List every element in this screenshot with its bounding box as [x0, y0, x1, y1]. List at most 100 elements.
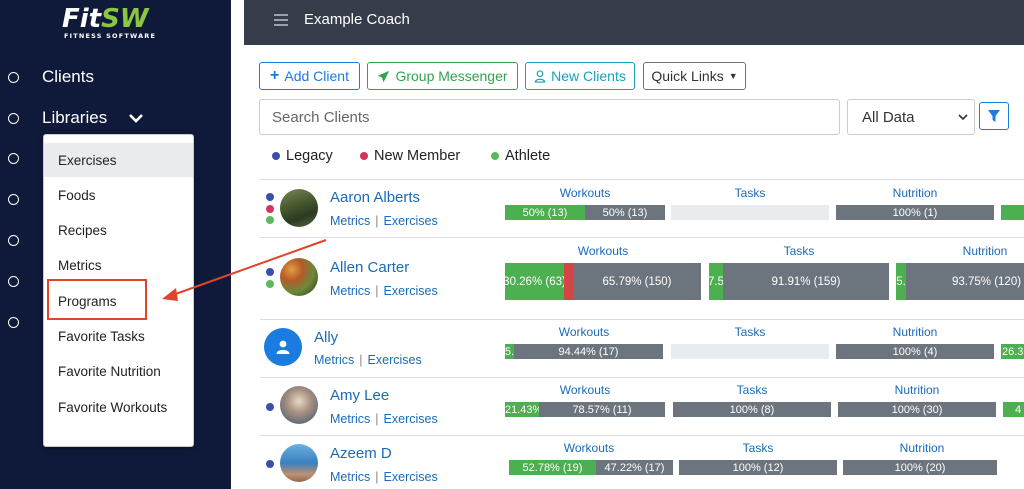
exercises-link[interactable]: Exercises: [368, 353, 422, 367]
client-name[interactable]: Aaron Alberts: [330, 189, 420, 206]
client-links: Metrics | Exercises: [330, 412, 438, 426]
avatar[interactable]: [264, 328, 302, 366]
sidebar-item-clients[interactable]: Clients: [8, 64, 94, 90]
sidebar-item-icon[interactable]: [8, 235, 19, 246]
completed-segment: 50% (13): [505, 205, 585, 220]
hamburger-menu-icon[interactable]: [274, 14, 288, 28]
legend-dot: [272, 152, 280, 160]
nutrition-progress-bar: 100% (20): [843, 460, 997, 475]
logo-text: FitSW: [62, 4, 149, 34]
chevron-down-icon: [958, 114, 968, 121]
avatar[interactable]: [280, 444, 318, 482]
sidebar-item-icon[interactable]: [8, 276, 19, 287]
missed-segment: 50% (13): [585, 205, 665, 220]
sidebar-item-label: Libraries: [42, 108, 108, 127]
exercises-link[interactable]: Exercises: [384, 284, 438, 298]
legend-label: Legacy: [286, 148, 333, 164]
client-links: Metrics | Exercises: [330, 470, 438, 484]
client-name[interactable]: Azeem D: [330, 445, 392, 462]
client-name[interactable]: Allen Carter: [330, 259, 409, 276]
sidebar-item-icon[interactable]: [8, 194, 19, 205]
coach-name: Example Coach: [304, 11, 410, 28]
paper-plane-icon: [378, 70, 390, 82]
chevron-down-icon: [129, 114, 144, 123]
missed-segment: 100% (30): [838, 402, 996, 417]
menu-item-favorite-tasks[interactable]: Favorite Tasks: [44, 319, 193, 353]
completed-segment: 7.5: [709, 263, 723, 300]
tasks-label[interactable]: Tasks: [671, 186, 829, 200]
completed-segment: 5.: [505, 344, 514, 359]
avatar[interactable]: [280, 258, 318, 296]
group-messenger-label: Group Messenger: [395, 68, 508, 84]
missed-segment: 94.44% (17): [514, 344, 663, 359]
workouts-label[interactable]: Workouts: [505, 325, 663, 339]
workouts-progress-bar: 52.78% (19) 47.22% (17): [509, 460, 673, 475]
avatar[interactable]: [280, 386, 318, 424]
legend-new-member: New Member: [360, 146, 460, 166]
legend-athlete: Athlete: [491, 146, 550, 166]
workouts-label[interactable]: Workouts: [505, 186, 665, 200]
legend-label: Athlete: [505, 148, 551, 164]
avatar[interactable]: [280, 189, 318, 227]
tasks-label[interactable]: Tasks: [673, 383, 831, 397]
missed-segment: 100% (20): [843, 460, 997, 475]
tasks-progress-bar: 100% (8): [673, 402, 831, 417]
exercises-link[interactable]: Exercises: [384, 470, 438, 484]
client-name[interactable]: Amy Lee: [330, 387, 389, 404]
nutrition-label[interactable]: Nutrition: [896, 244, 1024, 258]
sidebar-item-icon[interactable]: [8, 317, 19, 328]
completed-segment: 4: [1003, 402, 1024, 417]
sidebar-item-libraries[interactable]: Libraries: [8, 105, 144, 131]
add-client-button[interactable]: + Add Client: [259, 62, 360, 90]
nutrition-label[interactable]: Nutrition: [838, 383, 996, 397]
workouts-label[interactable]: Workouts: [505, 383, 665, 397]
menu-item-exercises[interactable]: Exercises: [44, 143, 193, 177]
tasks-label[interactable]: Tasks: [671, 325, 829, 339]
user-icon: [534, 69, 546, 83]
legend-dot: [491, 152, 499, 160]
metrics-link[interactable]: Metrics: [330, 412, 370, 426]
client-links: Metrics | Exercises: [314, 353, 422, 367]
workouts-label[interactable]: Workouts: [509, 441, 669, 455]
completed-segment: 5.: [896, 263, 906, 300]
quick-links-dropdown[interactable]: Quick Links ▼: [643, 62, 746, 90]
missed-segment: 100% (4): [836, 344, 994, 359]
menu-item-favorite-nutrition[interactable]: Favorite Nutrition: [44, 354, 193, 388]
metrics-link[interactable]: Metrics: [330, 214, 370, 228]
tasks-progress-bar: 7.5 91.91% (159): [709, 263, 889, 300]
filter-button[interactable]: [979, 102, 1009, 130]
extra-progress-bar: [1001, 205, 1024, 220]
tasks-label[interactable]: Tasks: [709, 244, 889, 258]
menu-item-favorite-workouts[interactable]: Favorite Workouts: [44, 390, 193, 424]
data-filter-select[interactable]: All Data: [847, 99, 975, 135]
metrics-link[interactable]: Metrics: [314, 353, 354, 367]
missed-segment: 91.91% (159): [723, 263, 889, 300]
programs-highlight-box: [47, 279, 147, 320]
top-bar: Example Coach: [244, 0, 1024, 45]
workouts-label[interactable]: Workouts: [505, 244, 701, 258]
menu-item-recipes[interactable]: Recipes: [44, 213, 193, 247]
nutrition-label[interactable]: Nutrition: [836, 325, 994, 339]
tasks-label[interactable]: Tasks: [679, 441, 837, 455]
tag-dot-legacy: [266, 403, 274, 411]
client-links: Metrics | Exercises: [330, 284, 438, 298]
nutrition-progress-bar: 100% (30): [838, 402, 996, 417]
nutrition-progress-bar: 100% (1): [836, 205, 994, 220]
nutrition-label[interactable]: Nutrition: [843, 441, 1001, 455]
tag-dot-legacy: [266, 460, 274, 468]
search-clients-input[interactable]: [259, 99, 840, 135]
client-name[interactable]: Ally: [314, 329, 338, 346]
nutrition-label[interactable]: Nutrition: [836, 186, 994, 200]
fitsw-logo[interactable]: FitSW FITNESS SOFTWARE: [62, 4, 182, 42]
sidebar-item-icon[interactable]: [8, 153, 19, 164]
menu-item-foods[interactable]: Foods: [44, 178, 193, 212]
metrics-link[interactable]: Metrics: [330, 470, 370, 484]
metrics-link[interactable]: Metrics: [330, 284, 370, 298]
group-messenger-button[interactable]: Group Messenger: [367, 62, 518, 90]
exercises-link[interactable]: Exercises: [384, 412, 438, 426]
menu-item-metrics[interactable]: Metrics: [44, 248, 193, 282]
add-client-label: Add Client: [284, 68, 349, 84]
exercises-link[interactable]: Exercises: [384, 214, 438, 228]
new-clients-button[interactable]: New Clients: [525, 62, 635, 90]
sidebar-item-label: Clients: [42, 67, 94, 86]
